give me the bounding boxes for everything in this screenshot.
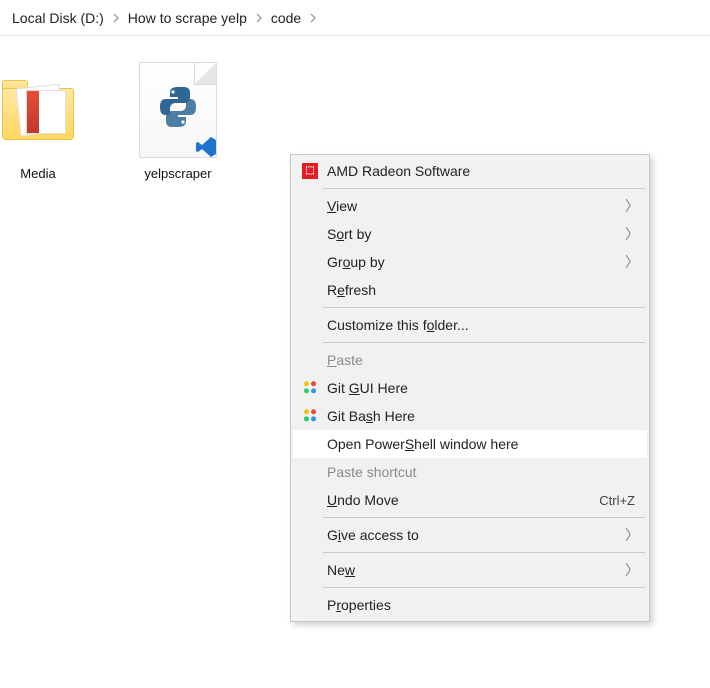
menu-give-access-to[interactable]: Give access to 〉 xyxy=(293,521,647,549)
file-label: Media xyxy=(20,166,55,182)
menu-group-by[interactable]: Group by 〉 xyxy=(293,248,647,276)
menu-paste-shortcut: Paste shortcut xyxy=(293,458,647,486)
menu-label: Git GUI Here xyxy=(327,380,635,396)
menu-label: Refresh xyxy=(327,282,635,298)
folder-view[interactable]: Media yelpscraper xyxy=(0,36,710,182)
chevron-right-icon xyxy=(255,13,263,23)
python-logo-icon xyxy=(156,85,200,129)
git-icon xyxy=(299,407,321,425)
menu-amd-radeon[interactable]: ⬚ AMD Radeon Software xyxy=(293,157,647,185)
context-menu: ⬚ AMD Radeon Software View 〉 Sort by 〉 G… xyxy=(290,154,650,622)
menu-new[interactable]: New 〉 xyxy=(293,556,647,584)
menu-customize-folder[interactable]: Customize this folder... xyxy=(293,311,647,339)
chevron-right-icon: 〉 xyxy=(625,196,635,216)
menu-label: AMD Radeon Software xyxy=(327,163,635,179)
menu-git-bash[interactable]: Git Bash Here xyxy=(293,402,647,430)
chevron-right-icon: 〉 xyxy=(625,525,635,545)
menu-open-powershell[interactable]: Open PowerShell window here xyxy=(293,430,647,458)
chevron-right-icon: 〉 xyxy=(625,560,635,580)
menu-separator xyxy=(323,307,645,308)
menu-separator xyxy=(323,552,645,553)
menu-label: Give access to xyxy=(327,527,617,543)
breadcrumb: Local Disk (D:) How to scrape yelp code xyxy=(0,0,710,36)
file-item-yelpscraper[interactable]: yelpscraper xyxy=(128,60,228,182)
menu-label: Paste xyxy=(327,352,635,368)
menu-label: Customize this folder... xyxy=(327,317,635,333)
menu-label: Paste shortcut xyxy=(327,464,635,480)
amd-icon: ⬚ xyxy=(299,162,321,180)
menu-paste: Paste xyxy=(293,346,647,374)
folder-item-media[interactable]: Media xyxy=(0,60,88,182)
menu-label: Open PowerShell window here xyxy=(327,436,635,452)
menu-label: Git Bash Here xyxy=(327,408,635,424)
chevron-right-icon: 〉 xyxy=(625,224,635,244)
menu-separator xyxy=(323,342,645,343)
menu-separator xyxy=(323,517,645,518)
menu-git-gui[interactable]: Git GUI Here xyxy=(293,374,647,402)
vscode-badge-icon xyxy=(194,135,218,159)
breadcrumb-item[interactable]: code xyxy=(265,6,307,30)
menu-label: Properties xyxy=(327,597,635,613)
breadcrumb-item[interactable]: How to scrape yelp xyxy=(122,6,253,30)
menu-shortcut: Ctrl+Z xyxy=(599,493,635,508)
menu-sort-by[interactable]: Sort by 〉 xyxy=(293,220,647,248)
breadcrumb-item[interactable]: Local Disk (D:) xyxy=(6,6,110,30)
menu-undo-move[interactable]: Undo Move Ctrl+Z xyxy=(293,486,647,514)
chevron-right-icon: 〉 xyxy=(625,252,635,272)
git-icon xyxy=(299,379,321,397)
chevron-right-icon xyxy=(112,13,120,23)
menu-label: View xyxy=(327,198,617,214)
menu-label: Group by xyxy=(327,254,617,270)
menu-label: Sort by xyxy=(327,226,617,242)
menu-label: Undo Move xyxy=(327,492,591,508)
menu-separator xyxy=(323,587,645,588)
chevron-right-icon xyxy=(309,13,317,23)
menu-view[interactable]: View 〉 xyxy=(293,192,647,220)
menu-separator xyxy=(323,188,645,189)
folder-icon xyxy=(0,60,83,160)
menu-refresh[interactable]: Refresh xyxy=(293,276,647,304)
python-file-icon xyxy=(133,60,223,160)
menu-properties[interactable]: Properties xyxy=(293,591,647,619)
file-label: yelpscraper xyxy=(144,166,211,182)
menu-label: New xyxy=(327,562,617,578)
